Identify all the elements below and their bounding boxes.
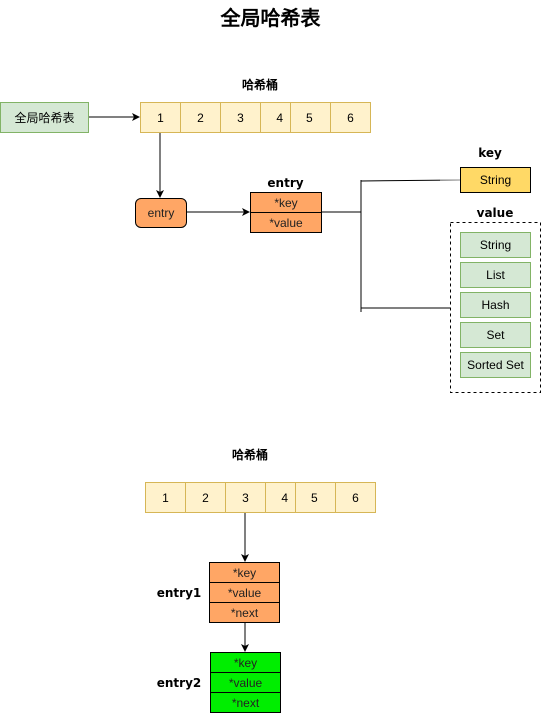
key-group-title: key (478, 146, 502, 160)
value-type-list: List (460, 262, 531, 288)
entry1-value: *value (209, 582, 280, 603)
value-type-sorted-set: Sorted Set (460, 352, 531, 378)
value-type-set: Set (460, 322, 531, 348)
entry1-key: *key (209, 562, 280, 583)
value-type-string: String (460, 232, 531, 258)
entry2-next: *next (210, 692, 281, 713)
bottom-bucket-label: 哈希桶 (231, 448, 268, 462)
bottom-bucket-3: 3 (225, 482, 266, 513)
bottom-bucket-4: 4 (265, 482, 296, 513)
entry2-label: entry2 (156, 676, 202, 690)
bottom-bucket-2: 2 (185, 482, 226, 513)
top-bucket-4: 4 (260, 102, 291, 133)
top-bucket-3: 3 (220, 102, 261, 133)
entry2-key: *key (210, 652, 281, 673)
global-table-box: 全局哈希表 (0, 102, 89, 133)
entry-node: entry (135, 198, 187, 228)
top-bucket-2: 2 (180, 102, 221, 133)
entry-struct-title: entry (267, 176, 304, 190)
page-title: 全局哈希表 (220, 6, 321, 30)
top-bucket-5: 5 (290, 102, 331, 133)
top-bucket-6: 6 (330, 102, 371, 133)
bottom-bucket-6: 6 (335, 482, 376, 513)
value-type-hash: Hash (460, 292, 531, 318)
entry-struct-value: *value (250, 212, 322, 233)
top-bucket-1: 1 (140, 102, 181, 133)
entry1-label: entry1 (156, 586, 202, 600)
bottom-bucket-1: 1 (145, 482, 186, 513)
entry2-value: *value (210, 672, 281, 693)
top-bucket-label: 哈希桶 (241, 78, 278, 92)
entry1-next: *next (209, 602, 280, 623)
entry-struct-key: *key (250, 192, 322, 213)
bottom-bucket-5: 5 (295, 482, 336, 513)
key-type-string: String (460, 167, 531, 193)
value-group-title: value (476, 206, 514, 220)
